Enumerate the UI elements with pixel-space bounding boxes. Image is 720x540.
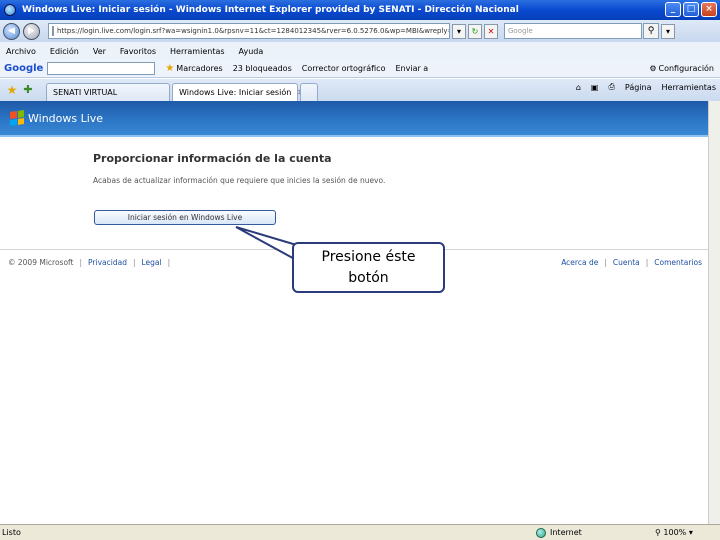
bookmarks-button[interactable]: ★ Marcadores <box>165 63 222 74</box>
status-bar: Listo Internet ⚲ 100% ▾ <box>0 524 720 540</box>
windows-live-logo: Windows Live <box>10 110 103 126</box>
feeds-icon[interactable]: ▣ <box>591 83 599 92</box>
ie-logo-icon <box>4 4 16 16</box>
menu-item-ayuda[interactable]: Ayuda <box>239 47 264 56</box>
page-subtext: Acabas de actualizar información que req… <box>93 176 386 185</box>
tab-windows-live[interactable]: Windows Live: Iniciar sesión✕ <box>172 83 304 101</box>
menu-bar: Archivo Edición Ver Favoritos Herramient… <box>0 42 720 60</box>
command-bar: ⌂ ▣ ⎙ Página Herramientas <box>576 82 716 92</box>
instruction-callout: Presione éste botón <box>292 242 445 293</box>
tab-senati-virtual[interactable]: SENATI VIRTUAL <box>46 83 170 101</box>
maximize-button[interactable]: □ <box>683 2 699 17</box>
forward-button[interactable]: ▶ <box>23 22 40 40</box>
window-controls: _ □ × <box>665 2 717 17</box>
close-window-button[interactable]: × <box>701 2 717 17</box>
stop-icon[interactable]: ✕ <box>484 23 498 39</box>
tab-bar: ★ ✚ SENATI VIRTUAL Windows Live: Iniciar… <box>0 79 720 101</box>
security-zone: Internet <box>536 527 582 538</box>
window-title: Windows Live: Iniciar sesión - Windows I… <box>22 5 519 15</box>
address-toolbar: ◀ ▶ https://login.live.com/login.srf?wa=… <box>0 20 720 42</box>
status-text: Listo <box>2 528 21 537</box>
star-icon: ★ <box>165 63 175 74</box>
windows-flag-icon <box>10 110 24 126</box>
menu-item-favoritos[interactable]: Favoritos <box>120 47 156 56</box>
callout-line-1: Presione éste <box>321 249 416 265</box>
feedback-link[interactable]: Comentarios <box>654 258 702 267</box>
new-tab-button[interactable] <box>300 83 318 101</box>
home-icon[interactable]: ⌂ <box>576 83 581 92</box>
google-search-field[interactable] <box>47 62 156 75</box>
window-title-bar: Windows Live: Iniciar sesión - Windows I… <box>0 0 720 20</box>
google-toolbar: Google ★ Marcadores 23 bloqueados Correct… <box>0 60 720 78</box>
tools-menu[interactable]: Herramientas <box>662 83 717 92</box>
callout-line-2: botón <box>348 270 389 286</box>
privacy-link[interactable]: Privacidad <box>88 258 127 267</box>
menu-item-edicion[interactable]: Edición <box>50 47 79 56</box>
popup-blocker-button[interactable]: 23 bloqueados <box>233 64 292 73</box>
signin-button[interactable]: Iniciar sesión en Windows Live <box>94 210 276 225</box>
search-options-button[interactable]: ▾ <box>661 23 675 39</box>
account-link[interactable]: Cuenta <box>613 258 640 267</box>
menu-item-ver[interactable]: Ver <box>93 47 106 56</box>
address-bar[interactable]: https://login.live.com/login.srf?wa=wsig… <box>48 23 450 39</box>
copyright-text: © 2009 Microsoft <box>8 258 74 267</box>
search-input[interactable]: Google <box>504 23 642 39</box>
print-icon[interactable]: ⎙ <box>608 82 614 92</box>
zoom-level[interactable]: ⚲ 100% ▾ <box>655 528 693 537</box>
send-to-button[interactable]: Enviar a <box>395 64 428 73</box>
windows-live-header: Windows Live <box>0 101 708 135</box>
legal-link[interactable]: Legal <box>141 258 161 267</box>
minimize-button[interactable]: _ <box>665 2 681 17</box>
url-text: https://login.live.com/login.srf?wa=wsig… <box>57 27 449 35</box>
page-content: Windows Live Proporcionar información de… <box>0 101 708 524</box>
gear-icon: ⚙ <box>649 64 657 73</box>
page-title: Proporcionar información de la cuenta <box>93 152 332 165</box>
favorites-star-icon[interactable]: ★ <box>4 83 20 101</box>
globe-icon <box>536 527 546 538</box>
google-logo: Google <box>4 63 44 74</box>
search-icon[interactable]: ⚲ <box>643 23 659 39</box>
back-button[interactable]: ◀ <box>3 22 20 40</box>
page-menu[interactable]: Página <box>625 83 652 92</box>
refresh-icon[interactable]: ↻ <box>468 23 482 39</box>
spellcheck-button[interactable]: Corrector ortográfico <box>302 64 386 73</box>
header-divider <box>0 135 708 137</box>
menu-item-archivo[interactable]: Archivo <box>6 47 36 56</box>
address-dropdown-button[interactable]: ▾ <box>452 23 466 39</box>
page-icon <box>52 26 54 36</box>
about-link[interactable]: Acerca de <box>561 258 598 267</box>
add-favorite-icon[interactable]: ✚ <box>20 83 36 101</box>
menu-item-herramientas[interactable]: Herramientas <box>170 47 225 56</box>
settings-button[interactable]: ⚙ Configuración <box>649 64 714 73</box>
vertical-scrollbar[interactable] <box>708 101 720 524</box>
magnifier-icon: ⚲ <box>655 528 661 537</box>
